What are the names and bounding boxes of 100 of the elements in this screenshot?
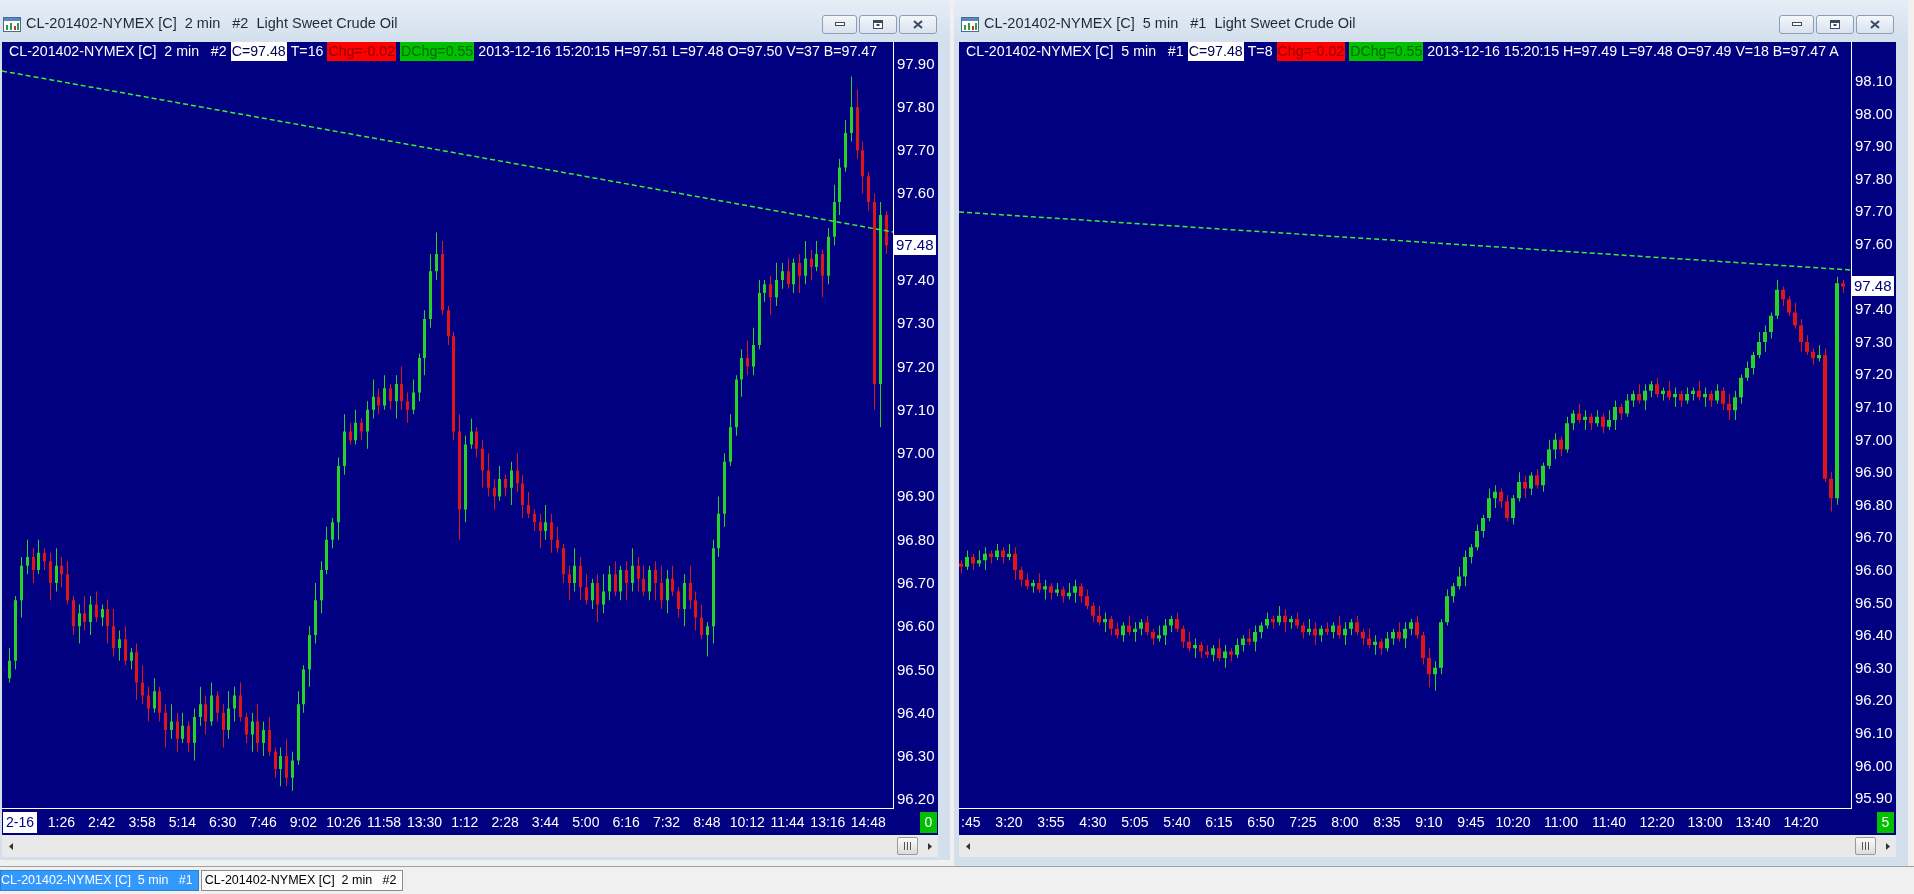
close-button[interactable] — [1856, 14, 1894, 34]
candlestick — [1157, 625, 1161, 642]
maximize-icon — [873, 19, 883, 29]
price-label: 96.50 — [897, 660, 935, 679]
time-label: 8:00 — [1331, 813, 1359, 831]
window-icon — [961, 16, 979, 32]
maximize-button[interactable] — [1816, 14, 1854, 34]
quote-field: 2013-12-16 15:20:15 H=97.49 L=97.48 O=97.49 V=18 B=97.47 A — [1427, 42, 1839, 61]
scrollbar-thumb[interactable] — [897, 837, 918, 855]
time-label: 14:48 — [850, 813, 886, 831]
price-label: 97.20 — [1855, 365, 1893, 384]
candlestick — [1331, 622, 1335, 639]
time-label: 1:12 — [451, 813, 479, 831]
price-label: 97.80 — [1855, 169, 1893, 188]
time-label: 14:20 — [1783, 813, 1819, 831]
quote-field: 2013-12-16 15:20:15 H=97.51 L=97.48 O=97.50 V=37 B=97.47 — [478, 42, 878, 61]
time-label: 6:50 — [1247, 813, 1275, 831]
window-title: CL-201402-NYMEX [C] 5 min #1 Light Sweet Crude Oil — [984, 14, 1356, 34]
minimize-button[interactable] — [822, 14, 857, 34]
time-label: 13:30 — [406, 813, 442, 831]
last-price-tag: 97.48 — [1852, 276, 1894, 297]
time-label: 9:45 — [1457, 813, 1485, 831]
price-label: 97.40 — [1855, 300, 1893, 319]
left-arrow-icon — [965, 842, 970, 850]
horizontal-scrollbar[interactable] — [2, 835, 938, 857]
quote-field: Chg=-0.02 — [327, 42, 397, 61]
candlestick — [977, 550, 981, 567]
close-button[interactable] — [899, 14, 937, 34]
time-label: 8:35 — [1373, 813, 1401, 831]
time-label: 6:16 — [612, 813, 640, 831]
time-label: 3:20 — [995, 813, 1023, 831]
time-label: 8:48 — [693, 813, 721, 831]
price-label: 96.70 — [897, 573, 935, 592]
price-label: 97.00 — [897, 444, 935, 463]
last-price-tag: 97.48 — [894, 235, 936, 256]
candlestick — [1001, 547, 1005, 564]
price-label: 97.60 — [1855, 235, 1893, 254]
price-label: 96.80 — [897, 530, 935, 549]
time-label: 13:40 — [1735, 813, 1771, 831]
minimize-button[interactable] — [1779, 14, 1814, 34]
time-label: 9:02 — [289, 813, 318, 831]
horizontal-scrollbar[interactable] — [959, 835, 1896, 857]
price-label: 96.20 — [1855, 691, 1893, 710]
price-label: 96.60 — [897, 617, 935, 636]
count-badge: 0 — [920, 811, 937, 833]
minimize-icon — [1791, 22, 1802, 26]
price-label: 96.10 — [1855, 724, 1893, 742]
price-label: 96.60 — [1855, 561, 1893, 580]
price-label: 97.00 — [1855, 430, 1893, 449]
price-label: 96.30 — [1855, 658, 1893, 677]
candlestick — [1073, 579, 1077, 603]
count-badge: 5 — [1877, 811, 1894, 833]
quote-field: T=8 — [1247, 42, 1273, 61]
close-icon — [1870, 19, 1880, 29]
price-label: 97.80 — [897, 97, 935, 116]
quote-field: Chg=-0.02 — [1276, 42, 1346, 61]
minimize-icon — [834, 22, 845, 26]
time-label: 6:30 — [209, 813, 237, 831]
time-label: 7:46 — [249, 813, 277, 831]
close-icon — [913, 19, 923, 29]
price-label: 96.30 — [897, 747, 935, 766]
price-label: 97.30 — [1855, 332, 1893, 351]
time-label: 10:12 — [729, 813, 765, 831]
date-label: 2-16 — [3, 811, 37, 833]
price-label: 97.60 — [897, 184, 935, 203]
price-label: 96.00 — [1855, 756, 1893, 775]
time-label: 5:00 — [572, 813, 600, 831]
price-label: 96.90 — [1855, 463, 1893, 482]
time-label: 5:14 — [168, 813, 196, 831]
maximize-icon — [1830, 19, 1840, 29]
time-label: 13:00 — [1687, 813, 1723, 831]
scrollbar-thumb[interactable] — [1855, 837, 1876, 855]
right-arrow-icon — [927, 842, 932, 850]
price-label: 95.90 — [1855, 789, 1893, 808]
price-label: 97.40 — [897, 271, 935, 289]
time-label: 4:30 — [1079, 813, 1107, 831]
time-label: 2:28 — [491, 813, 519, 831]
time-label: 7:32 — [652, 813, 681, 831]
price-label: 97.90 — [897, 54, 935, 73]
time-label: 2:42 — [88, 813, 116, 831]
price-label: 96.20 — [897, 790, 935, 809]
price-label: 97.10 — [897, 400, 935, 419]
time-label: 13:16 — [810, 813, 846, 831]
candlestick — [1259, 622, 1263, 639]
time-label: 7:25 — [1289, 813, 1317, 831]
price-label: 96.50 — [1855, 593, 1893, 612]
time-label: :45 — [961, 813, 981, 831]
candlestick — [1043, 579, 1047, 600]
price-label: 98.10 — [1855, 72, 1893, 91]
maximize-button[interactable] — [859, 14, 897, 34]
time-label: 10:26 — [326, 813, 362, 831]
grip-icon — [1862, 842, 1869, 850]
price-label: 97.10 — [1855, 398, 1893, 417]
chart-symbol: CL-201402-NYMEX [C] 5 min #1 — [966, 42, 1184, 61]
time-label: 6:15 — [1205, 813, 1233, 831]
window-tab[interactable]: CL-201402-NYMEX [C] 2 min #2 — [200, 870, 403, 891]
window-title: CL-201402-NYMEX [C] 2 min #2 Light Sweet Crude Oil — [26, 14, 398, 34]
chart-symbol: CL-201402-NYMEX [C] 2 min #2 — [9, 42, 227, 61]
price-label: 96.90 — [897, 487, 935, 506]
grip-icon — [904, 842, 911, 850]
